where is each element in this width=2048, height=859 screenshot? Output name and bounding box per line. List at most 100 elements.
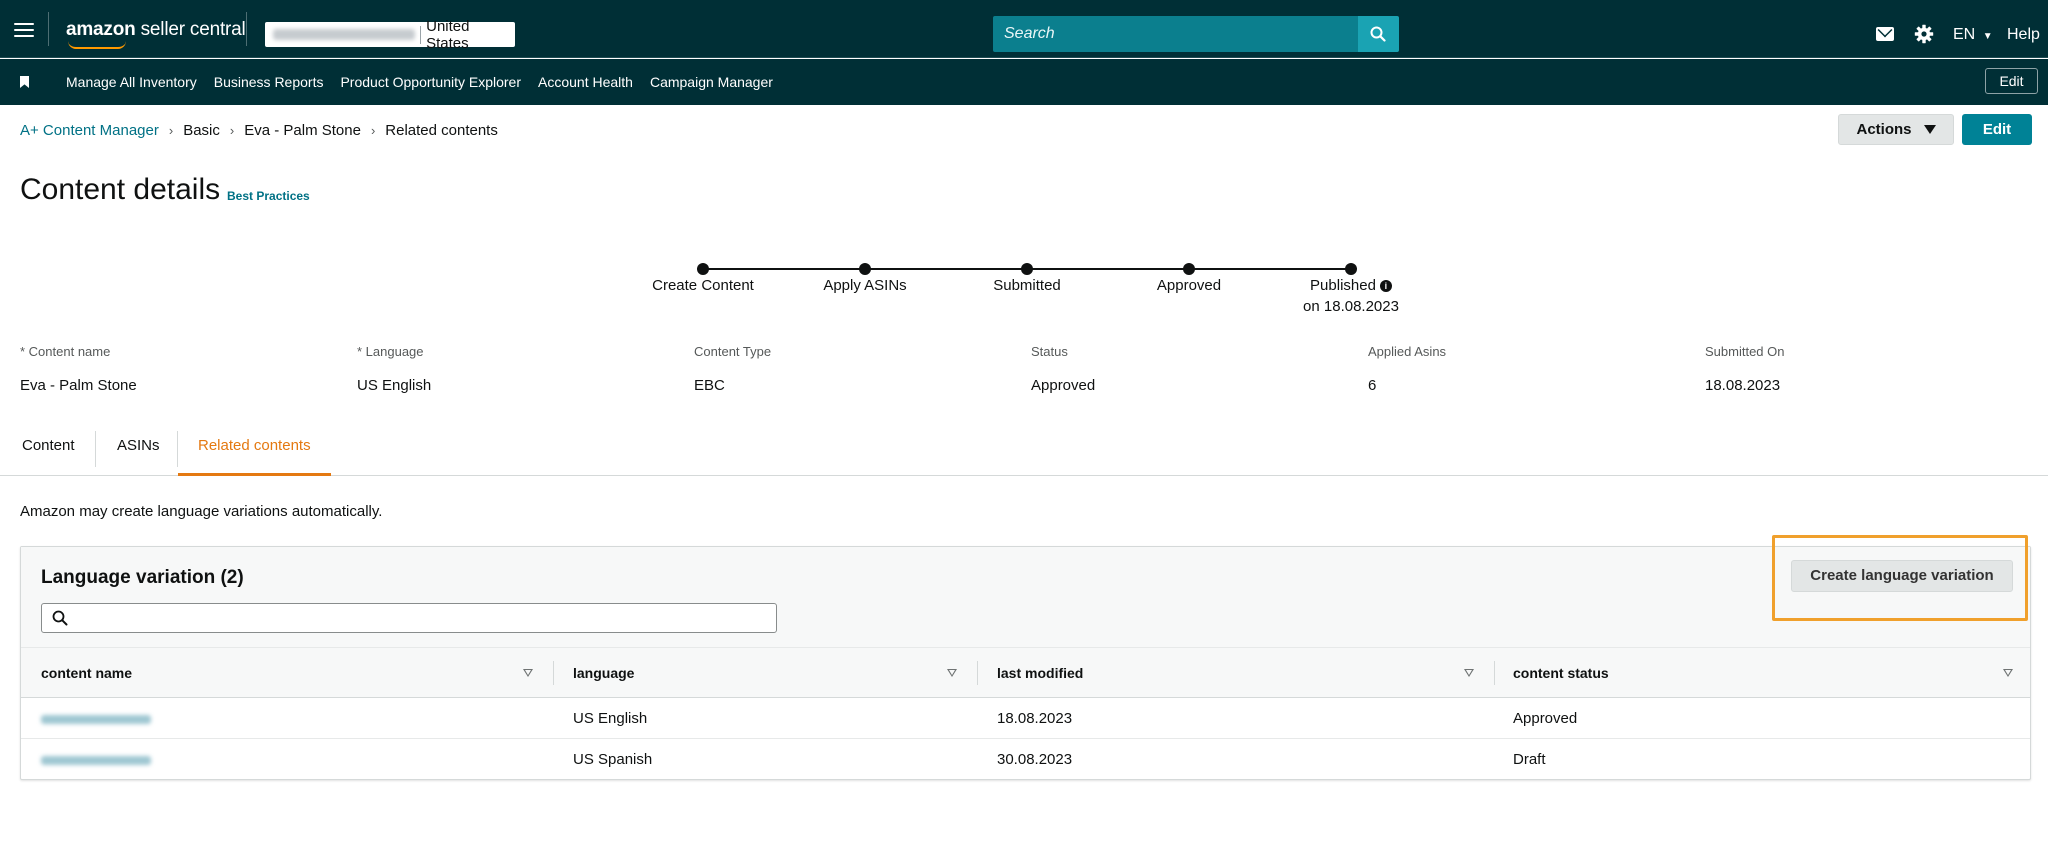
store-name-redacted xyxy=(273,29,416,40)
detail-value: US English xyxy=(357,377,432,394)
detail-label: Content Type xyxy=(694,344,772,359)
detail-label: * Language xyxy=(357,344,424,359)
step-dot xyxy=(1021,263,1033,275)
column-divider xyxy=(553,661,554,685)
shortcut-business-reports[interactable]: Business Reports xyxy=(214,74,324,90)
sort-icon[interactable] xyxy=(523,669,533,677)
store-divider xyxy=(420,25,422,44)
bookmark-icon[interactable] xyxy=(20,76,29,88)
search-input[interactable] xyxy=(993,16,1358,52)
variation-search xyxy=(41,603,777,633)
detail-label: * Content name xyxy=(20,344,111,359)
shortcut-manage-inventory[interactable]: Manage All Inventory xyxy=(66,74,197,90)
create-language-variation-button[interactable]: Create language variation xyxy=(1791,560,2013,592)
edit-shortcuts-button[interactable]: Edit xyxy=(1985,68,2038,94)
breadcrumb-current: Related contents xyxy=(385,122,498,139)
top-nav: amazon seller central United States Sear… xyxy=(0,0,2048,58)
content-name-link[interactable] xyxy=(41,699,151,739)
tab-asins[interactable]: ASINs xyxy=(117,426,160,476)
column-header-language[interactable]: language xyxy=(573,648,634,698)
detail-submitted-on: Submitted On 18.08.2023 xyxy=(1705,344,1785,394)
step-submitted: Submitted xyxy=(993,277,1061,294)
progress-stepper: Create Content Apply ASINs Submitted App… xyxy=(0,255,2048,325)
step-create-content: Create Content xyxy=(652,277,754,294)
column-header-content-status[interactable]: content status xyxy=(1513,648,1609,698)
detail-label: Submitted On xyxy=(1705,344,1785,359)
info-icon[interactable]: i xyxy=(1379,280,1392,292)
column-header-last-modified[interactable]: last modified xyxy=(997,648,1083,698)
detail-value: Eva - Palm Stone xyxy=(20,377,137,394)
detail-status: Status Approved xyxy=(1031,344,1095,394)
chevron-right-icon: › xyxy=(229,123,235,138)
edit-button[interactable]: Edit xyxy=(1962,114,2032,145)
menu-icon[interactable] xyxy=(14,23,34,37)
cell-last-modified: 30.08.2023 xyxy=(997,751,1073,768)
detail-content-type: Content Type EBC xyxy=(694,344,771,394)
breadcrumb-basic: Basic xyxy=(183,122,220,139)
content-name-link[interactable] xyxy=(41,740,151,780)
logo-smile-icon xyxy=(68,41,126,49)
actions-label: Actions xyxy=(1856,121,1912,138)
nav-divider xyxy=(246,12,247,46)
sort-icon[interactable] xyxy=(947,669,957,677)
step-apply-asins: Apply ASINs xyxy=(823,277,907,294)
seller-central-logo[interactable]: amazon seller central xyxy=(66,19,246,49)
tab-content[interactable]: Content xyxy=(22,426,75,476)
breadcrumb: A+ Content Manager › Basic › Eva - Palm … xyxy=(20,122,498,139)
column-divider xyxy=(977,661,978,685)
detail-language: * Language US English xyxy=(357,344,431,394)
caret-down-icon: ▼ xyxy=(1982,31,1993,42)
chevron-right-icon: › xyxy=(370,123,376,138)
cell-status: Approved xyxy=(1513,710,1578,727)
chevron-right-icon: › xyxy=(168,123,174,138)
store-region: United States xyxy=(426,17,470,52)
shortcut-product-opportunity-explorer[interactable]: Product Opportunity Explorer xyxy=(340,74,521,90)
column-divider xyxy=(1494,661,1495,685)
language-variation-note: Amazon may create language variations au… xyxy=(20,503,383,520)
step-dot xyxy=(697,263,709,275)
detail-content-name: * Content name Eva - Palm Stone xyxy=(20,344,137,394)
step-published-date: on 18.08.2023 xyxy=(1303,298,1399,315)
store-selector[interactable]: United States xyxy=(265,18,515,52)
variation-search-input[interactable] xyxy=(76,606,766,630)
table-row: US Spanish 30.08.2023 Draft xyxy=(21,740,2030,780)
redacted-link[interactable] xyxy=(41,714,151,724)
tab-related-contents[interactable]: Related contents xyxy=(178,426,331,476)
step-dot xyxy=(859,263,871,275)
gear-icon[interactable] xyxy=(1914,24,1934,44)
step-dot xyxy=(1183,263,1195,275)
cell-status: Draft xyxy=(1513,751,1546,768)
step-dot xyxy=(1345,263,1357,275)
redacted-link[interactable] xyxy=(41,755,151,765)
step-published: Published i xyxy=(1271,277,1431,294)
breadcrumb-aplus-manager[interactable]: A+ Content Manager xyxy=(20,122,159,139)
shortcut-account-health[interactable]: Account Health xyxy=(538,74,633,90)
tab-divider xyxy=(95,431,96,467)
sort-icon[interactable] xyxy=(2003,669,2013,677)
language-code: EN xyxy=(1953,26,1976,43)
step-published-label: Published xyxy=(1310,277,1376,294)
detail-value: Approved xyxy=(1031,377,1096,394)
sort-icon[interactable] xyxy=(1464,669,1474,677)
best-practices-link[interactable]: Best Practices xyxy=(227,189,310,203)
mail-icon[interactable] xyxy=(1876,27,1894,41)
content-tabs: Content ASINs Related contents xyxy=(0,426,2048,476)
shortcut-campaign-manager[interactable]: Campaign Manager xyxy=(650,74,773,90)
cell-language: US English xyxy=(573,710,648,727)
column-header-content-name[interactable]: content name xyxy=(41,648,132,698)
table-header: content name language last modified cont… xyxy=(21,648,2030,698)
card-title: Language variation (2) xyxy=(41,567,244,588)
search-bar xyxy=(993,16,1399,52)
search-icon xyxy=(1370,26,1386,42)
caret-down-icon xyxy=(1923,125,1936,134)
card-header: Language variation (2) Create language v… xyxy=(21,535,2030,648)
search-button[interactable] xyxy=(1358,16,1399,52)
detail-applied-asins: Applied Asins 6 xyxy=(1368,344,1446,394)
help-link[interactable]: Help xyxy=(2007,26,2040,44)
cell-language: US Spanish xyxy=(573,751,653,768)
language-selector[interactable]: EN ▼ xyxy=(1953,26,1993,44)
actions-dropdown-button[interactable]: Actions xyxy=(1838,114,1954,145)
search-icon xyxy=(52,610,68,626)
detail-value: EBC xyxy=(694,377,725,394)
detail-value: 6 xyxy=(1368,377,1377,394)
